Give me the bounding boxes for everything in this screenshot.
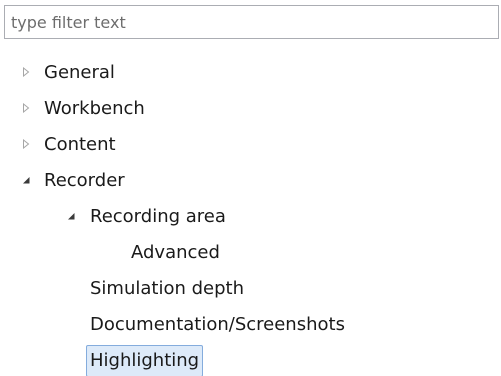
tree-item-documentation-screenshots[interactable]: Documentation/Screenshots: [0, 306, 501, 342]
tree-item-content[interactable]: Content: [0, 126, 501, 162]
tree-item-label[interactable]: Recorder: [40, 165, 129, 197]
chevron-right-icon: [23, 139, 30, 149]
tree-expander-recording-area[interactable]: [64, 198, 78, 234]
tree-expander-recorder[interactable]: [19, 162, 33, 198]
tree-item-simulation-depth[interactable]: Simulation depth: [0, 270, 501, 306]
tree-item-general[interactable]: General: [0, 54, 501, 90]
tree-expander-content[interactable]: [19, 126, 33, 162]
tree-item-label[interactable]: Advanced: [127, 237, 224, 269]
tree-item-label[interactable]: Simulation depth: [86, 273, 248, 305]
tree-expander-workbench[interactable]: [19, 90, 33, 126]
tree-item-advanced[interactable]: Advanced: [0, 234, 501, 270]
preferences-tree: General Workbench Content Recorder Recording…: [0, 54, 501, 376]
chevron-down-icon: [68, 213, 75, 220]
tree-item-label[interactable]: Workbench: [40, 93, 149, 125]
tree-item-workbench[interactable]: Workbench: [0, 90, 501, 126]
chevron-right-icon: [23, 103, 30, 113]
chevron-right-icon: [23, 67, 30, 77]
filter-text-input[interactable]: [5, 6, 498, 38]
chevron-down-icon: [23, 177, 30, 184]
tree-item-label[interactable]: Recording area: [86, 201, 230, 233]
tree-item-recording-area[interactable]: Recording area: [0, 198, 501, 234]
tree-item-label[interactable]: Content: [40, 129, 120, 161]
tree-item-label[interactable]: Documentation/Screenshots: [86, 309, 349, 341]
tree-item-recorder[interactable]: Recorder: [0, 162, 501, 198]
filter-box: [4, 5, 499, 39]
tree-item-label[interactable]: Highlighting: [86, 345, 204, 376]
tree-item-highlighting[interactable]: Highlighting: [0, 342, 501, 376]
tree-expander-general[interactable]: [19, 54, 33, 90]
tree-item-label[interactable]: General: [40, 57, 119, 89]
preferences-tree-panel: General Workbench Content Recorder Recording…: [0, 0, 501, 376]
